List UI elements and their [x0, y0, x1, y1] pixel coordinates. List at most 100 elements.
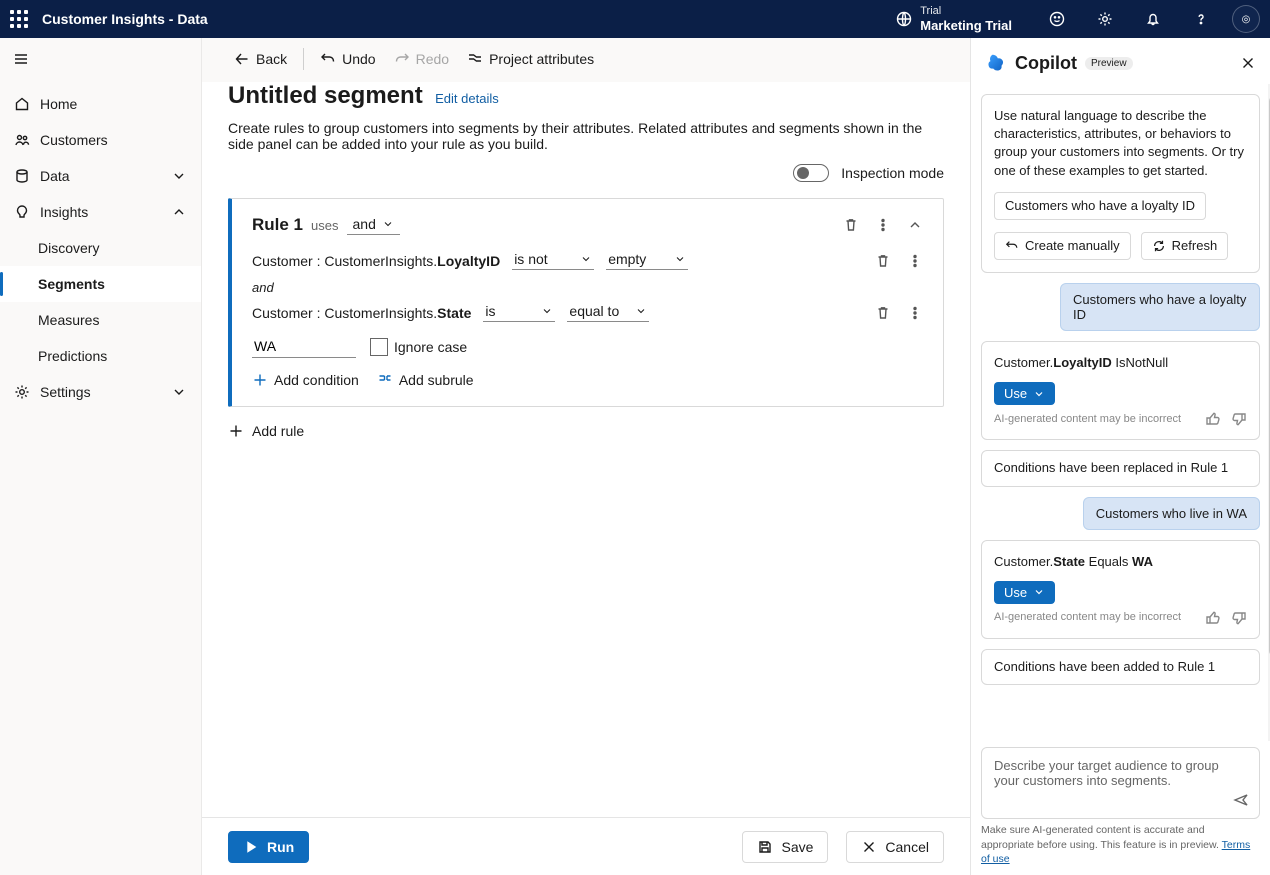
preview-badge: Preview — [1085, 57, 1133, 70]
send-button[interactable] — [1233, 792, 1249, 808]
help-icon — [1193, 11, 1209, 27]
settings-button[interactable] — [1088, 2, 1122, 36]
sidebar-item-segments[interactable]: Segments — [0, 266, 201, 302]
condition-value-select[interactable]: empty — [606, 251, 688, 270]
sidebar-item-data[interactable]: Data — [0, 158, 201, 194]
copilot-input[interactable]: Describe your target audience to group y… — [981, 747, 1260, 819]
chevron-down-icon — [635, 305, 647, 317]
save-button[interactable]: Save — [742, 831, 828, 863]
add-condition-button[interactable]: Add condition — [252, 372, 359, 388]
example-chip[interactable]: Customers who have a loyalty ID — [994, 192, 1206, 220]
sidebar-item-customers[interactable]: Customers — [0, 122, 201, 158]
more-icon[interactable] — [907, 305, 923, 321]
sidebar-item-discovery[interactable]: Discovery — [0, 230, 201, 266]
separator — [303, 48, 304, 70]
chevron-down-icon — [1033, 388, 1045, 400]
refresh-button[interactable]: Refresh — [1141, 232, 1229, 260]
home-icon — [14, 96, 30, 112]
sidebar-item-home[interactable]: Home — [0, 86, 201, 122]
feedback-button[interactable] — [1040, 2, 1074, 36]
redo-icon — [394, 51, 410, 67]
user-message: Customers who have a loyalty ID — [1060, 283, 1260, 331]
sidebar: Home Customers Data Insights Discovery S… — [0, 38, 202, 875]
app-launcher-icon[interactable] — [10, 10, 28, 28]
data-icon — [14, 168, 30, 184]
chevron-up-icon — [171, 204, 187, 220]
condition-operator-select[interactable]: is — [483, 303, 555, 322]
copilot-disclaimer: Make sure AI-generated content is accura… — [971, 821, 1270, 875]
help-button[interactable] — [1184, 2, 1218, 36]
close-copilot-button[interactable] — [1240, 55, 1256, 71]
customers-icon — [14, 132, 30, 148]
app-title: Customer Insights - Data — [42, 11, 208, 27]
sidebar-item-insights[interactable]: Insights — [0, 194, 201, 230]
play-icon — [243, 839, 259, 855]
notifications-button[interactable] — [1136, 2, 1170, 36]
copilot-status: Conditions have been added to Rule 1 — [981, 649, 1260, 685]
condition-value-input[interactable] — [252, 336, 356, 358]
copilot-suggestion: Customer.State Equals WA Use AI-generate… — [981, 540, 1260, 639]
more-icon[interactable] — [875, 217, 891, 233]
condition-operator-select[interactable]: is not — [512, 251, 594, 270]
undo-button[interactable]: Undo — [314, 44, 381, 74]
rule-combiner-select[interactable]: and — [347, 216, 400, 235]
environment-picker[interactable]: Trial Marketing Trial — [896, 5, 1012, 34]
delete-condition-icon[interactable] — [875, 305, 891, 321]
smile-icon — [1049, 11, 1065, 27]
refresh-icon — [1152, 239, 1166, 253]
user-avatar[interactable]: ◎ — [1232, 5, 1260, 33]
use-suggestion-button[interactable]: Use — [994, 581, 1055, 604]
segment-description: Create rules to group customers into seg… — [228, 120, 928, 152]
use-suggestion-button[interactable]: Use — [994, 382, 1055, 405]
save-icon — [757, 839, 773, 855]
thumbs-up-icon[interactable] — [1205, 610, 1221, 626]
add-subrule-button[interactable]: Add subrule — [377, 372, 474, 388]
condition-attribute[interactable]: Customer : CustomerInsights.LoyaltyID — [252, 253, 500, 269]
rule-card: Rule 1 uses and Customer : CustomerInsig… — [228, 198, 944, 407]
condition-row-2: Customer : CustomerInsights.State is equ… — [252, 303, 923, 322]
copilot-placeholder: Describe your target audience to group y… — [994, 758, 1219, 788]
copilot-status: Conditions have been replaced in Rule 1 — [981, 450, 1260, 486]
arrow-left-icon — [234, 51, 250, 67]
inspection-label: Inspection mode — [841, 165, 944, 181]
project-attributes-button[interactable]: Project attributes — [461, 44, 600, 74]
chevron-down-icon — [1033, 586, 1045, 598]
delete-condition-icon[interactable] — [875, 253, 891, 269]
chevron-down-icon — [674, 253, 686, 265]
run-button[interactable]: Run — [228, 831, 309, 863]
create-manually-button[interactable]: Create manually — [994, 232, 1131, 260]
thumbs-up-icon[interactable] — [1205, 411, 1221, 427]
close-icon — [1240, 55, 1256, 71]
user-message: Customers who live in WA — [1083, 497, 1260, 530]
sidebar-item-settings[interactable]: Settings — [0, 374, 201, 410]
condition-value-select[interactable]: equal to — [567, 303, 649, 322]
copilot-messages[interactable]: Use natural language to describe the cha… — [971, 84, 1270, 741]
ignore-case-checkbox[interactable]: Ignore case — [370, 338, 467, 356]
hamburger-icon — [13, 51, 29, 67]
sidebar-item-measures[interactable]: Measures — [0, 302, 201, 338]
redo-button[interactable]: Redo — [388, 44, 455, 74]
insights-icon — [14, 204, 30, 220]
copilot-title: Copilot — [1015, 53, 1077, 74]
collapse-rule-icon[interactable] — [907, 217, 923, 233]
thumbs-down-icon[interactable] — [1231, 411, 1247, 427]
sidebar-item-predictions[interactable]: Predictions — [0, 338, 201, 374]
condition-attribute[interactable]: Customer : CustomerInsights.State — [252, 305, 471, 321]
sidebar-toggle[interactable] — [0, 38, 42, 80]
edit-details-link[interactable]: Edit details — [435, 91, 499, 106]
copilot-suggestion: Customer.LoyaltyID IsNotNull Use AI-gene… — [981, 341, 1260, 440]
delete-rule-icon[interactable] — [843, 217, 859, 233]
copilot-intro-message: Use natural language to describe the cha… — [981, 94, 1260, 273]
back-button[interactable]: Back — [228, 44, 293, 74]
inspection-toggle[interactable] — [793, 164, 829, 182]
add-rule-button[interactable]: Add rule — [228, 423, 944, 439]
project-icon — [467, 51, 483, 67]
rule-uses-label: uses — [311, 218, 338, 233]
env-name: Marketing Trial — [920, 18, 1012, 34]
more-icon[interactable] — [907, 253, 923, 269]
cancel-button[interactable]: Cancel — [846, 831, 944, 863]
chevron-down-icon — [541, 305, 553, 317]
copilot-header: Copilot Preview — [971, 38, 1270, 84]
chevron-down-icon — [382, 218, 394, 230]
thumbs-down-icon[interactable] — [1231, 610, 1247, 626]
